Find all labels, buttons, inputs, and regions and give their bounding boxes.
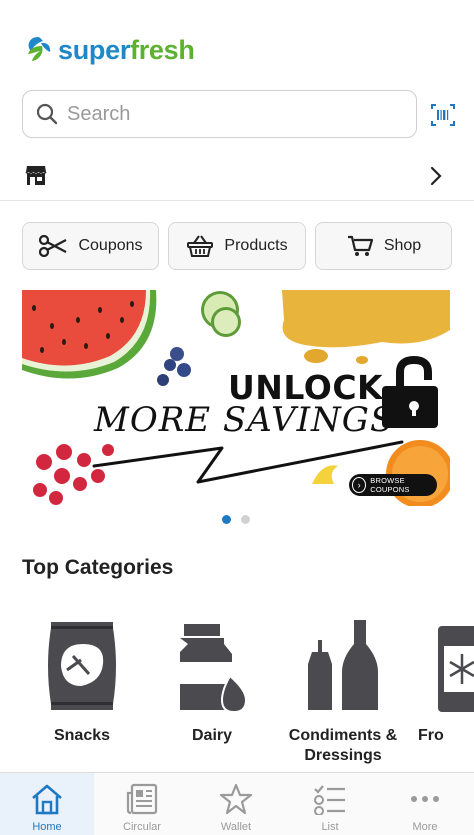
store-selector[interactable] <box>0 155 474 201</box>
products-label: Products <box>224 237 288 254</box>
logo-fresh: fresh <box>130 34 195 65</box>
category-dairy-label: Dairy <box>191 727 233 744</box>
tab-home[interactable]: Home <box>0 773 94 835</box>
pagination-dot-active[interactable] <box>222 515 231 524</box>
coupons-label: Coupons <box>78 237 143 254</box>
search-placeholder: Search <box>67 102 131 125</box>
category-snacks[interactable]: Snacks <box>17 612 147 746</box>
chevron-right-icon[interactable] <box>428 165 444 187</box>
storefront-icon <box>25 166 47 185</box>
checklist-icon <box>314 785 345 815</box>
top-categories-title: Top Categories <box>22 556 174 579</box>
shop-button[interactable]: Shop <box>315 222 452 270</box>
tab-circular[interactable]: Circular <box>95 773 189 835</box>
category-condiments[interactable]: Condiments & Dressings <box>278 612 408 766</box>
browse-coupons-button[interactable]: › BROWSE COUPONS <box>349 474 437 496</box>
logo-wordmark: superfresh <box>58 35 195 66</box>
category-snacks-label: Snacks <box>53 727 111 744</box>
tab-more[interactable]: More <box>378 773 472 835</box>
scissors-icon <box>39 235 67 257</box>
browse-coupons-label: BROWSE COUPONS <box>370 476 410 494</box>
banner-headline-more-savings: MORE SAVINGS <box>94 400 395 440</box>
tab-wallet-label: Wallet <box>220 821 252 833</box>
milk-carton-icon <box>180 624 248 712</box>
search-icon <box>36 103 58 125</box>
app-header: superfresh <box>0 0 474 80</box>
tab-list[interactable]: List <box>283 773 377 835</box>
category-frozen-label: Fro <box>418 727 444 744</box>
cart-icon <box>347 235 373 256</box>
coupons-button[interactable]: Coupons <box>22 222 159 270</box>
freezer-icon <box>438 626 474 712</box>
tab-list-label: List <box>321 821 339 833</box>
chevron-right-circle-icon: › <box>352 477 367 493</box>
condiment-bottles-icon <box>308 620 378 710</box>
category-condiments-label: Condiments & Dressings <box>288 727 398 764</box>
newspaper-icon <box>126 783 158 815</box>
leaf-logo-icon <box>28 37 51 61</box>
more-dots-icon <box>411 796 439 802</box>
star-icon <box>219 783 253 815</box>
barcode-scan-icon[interactable] <box>430 102 456 128</box>
banner-pagination[interactable] <box>222 515 250 524</box>
shop-label: Shop <box>383 237 422 254</box>
tab-home-label: Home <box>32 821 62 833</box>
category-frozen[interactable]: Fro <box>408 612 474 746</box>
category-dairy[interactable]: Dairy <box>147 612 277 746</box>
tab-circular-label: Circular <box>123 821 161 833</box>
basket-icon <box>187 235 214 257</box>
tab-wallet[interactable]: Wallet <box>189 773 283 835</box>
tab-more-label: More <box>412 821 438 833</box>
products-button[interactable]: Products <box>168 222 306 270</box>
pagination-dot[interactable] <box>241 515 250 524</box>
logo-super: super <box>58 34 131 65</box>
promo-banner[interactable]: UNLOCK MORE SAVINGS › BROWSE COUPONS <box>22 290 450 506</box>
bottom-tab-bar: Home Circular Wallet List More <box>0 772 474 835</box>
snack-bag-icon <box>48 622 116 710</box>
superfresh-logo: superfresh <box>24 34 195 66</box>
search-input[interactable]: Search <box>22 90 417 138</box>
home-icon <box>32 784 62 815</box>
